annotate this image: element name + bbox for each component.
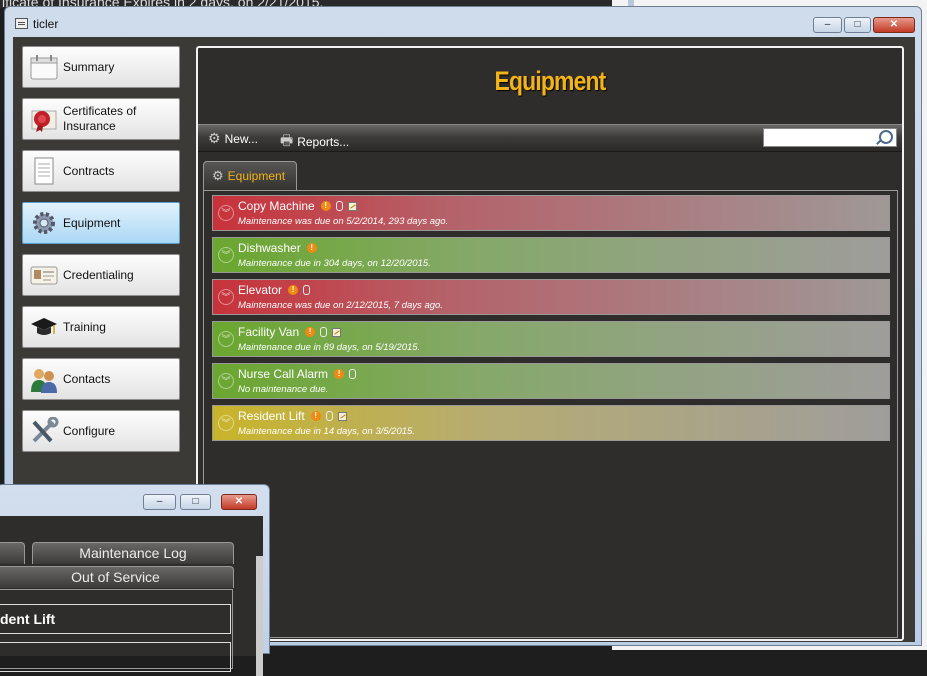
title-bar[interactable]: ticler – □ ✕ xyxy=(5,7,921,37)
new-button-label: New... xyxy=(224,131,258,146)
equipment-detail: Maintenance was due on 2/12/2015, 7 days… xyxy=(238,300,443,311)
nav-equipment[interactable]: Equipment xyxy=(22,202,180,244)
toolbar: ⚙ New... 🖶 Reports... xyxy=(198,124,902,152)
equipment-list: ︾ Copy Machine! Maintenance was due on 5… xyxy=(203,190,898,638)
calendar-icon xyxy=(30,55,58,80)
expand-icon[interactable]: ︾ xyxy=(218,331,234,347)
equipment-detail: No maintenance due. xyxy=(238,384,329,395)
nav-training[interactable]: Training xyxy=(22,306,180,348)
search-input[interactable] xyxy=(763,128,897,147)
nav-certificates[interactable]: Certificates of Insurance xyxy=(22,98,180,140)
alert-icon: ! xyxy=(320,201,331,211)
reports-button[interactable]: 🖶 Reports... xyxy=(280,130,349,154)
equipment-detail: Maintenance due in 304 days, on 12/20/20… xyxy=(238,258,431,269)
nav-credentialing-label: Credentialing xyxy=(63,267,134,282)
tab-equipment[interactable]: ⚙ Equipment xyxy=(203,161,297,190)
alert-icon: ! xyxy=(288,285,299,295)
equipment-name: Resident Lift xyxy=(238,409,305,423)
equipment-detail: Maintenance was due on 5/2/2014, 293 day… xyxy=(238,216,449,227)
equipment-name-field[interactable]: dent Lift xyxy=(0,604,231,634)
expand-icon[interactable]: ︾ xyxy=(218,415,234,431)
id-card-icon xyxy=(30,266,58,285)
nav-configure[interactable]: Configure xyxy=(22,410,180,452)
close-button[interactable]: ✕ xyxy=(873,17,915,33)
alert-icon: ! xyxy=(306,243,317,253)
tab-maintenance-log[interactable]: Maintenance Log xyxy=(32,542,234,564)
attachment-icon xyxy=(325,411,333,421)
attachment-icon xyxy=(303,285,311,295)
nav-training-label: Training xyxy=(63,319,106,334)
nav-contracts[interactable]: Contracts xyxy=(22,150,180,192)
list-item[interactable]: ︾ Nurse Call Alarm! No maintenance due. xyxy=(212,363,890,399)
close-button[interactable]: ✕ xyxy=(221,494,257,510)
list-item[interactable]: ︾ Resident Lift! Maintenance due in 14 d… xyxy=(212,405,890,441)
child-window-client: Maintenance Log Out of Service dent Lift xyxy=(0,516,263,676)
scrollbar[interactable] xyxy=(256,556,263,676)
tab-equipment-label: Equipment xyxy=(227,169,286,183)
nav-configure-label: Configure xyxy=(63,423,116,438)
equipment-name: Copy Machine xyxy=(238,199,315,213)
attachment-icon xyxy=(320,327,328,337)
expand-icon[interactable]: ︾ xyxy=(218,205,234,221)
maximize-button[interactable]: □ xyxy=(180,494,211,510)
nav-credentialing[interactable]: Credentialing xyxy=(22,254,180,296)
nav-summary-label: Summary xyxy=(63,59,115,74)
minimize-button[interactable]: – xyxy=(143,494,176,510)
equipment-name: Dishwasher xyxy=(238,241,301,255)
expand-icon[interactable]: ︾ xyxy=(218,247,234,263)
gear-icon: ⚙ xyxy=(212,168,224,183)
child-content-panel: dent Lift xyxy=(0,589,233,672)
app-icon xyxy=(15,18,28,29)
list-item[interactable]: ︾ Copy Machine! Maintenance was due on 5… xyxy=(212,195,890,231)
nav-contracts-label: Contracts xyxy=(63,163,115,178)
reports-button-label: Reports... xyxy=(297,135,350,149)
equipment-detail-window: – □ ✕ Maintenance Log Out of Service den… xyxy=(0,484,270,676)
expand-icon[interactable]: ︾ xyxy=(218,373,234,389)
equipment-name: Nurse Call Alarm xyxy=(238,367,329,381)
equipment-name: Facility Van xyxy=(238,325,300,339)
window-title: ticler xyxy=(33,17,59,31)
nav-certificates-label: Certificates of Insurance xyxy=(63,104,137,133)
secondary-field[interactable] xyxy=(0,642,231,672)
note-icon xyxy=(347,201,357,211)
content-panel: Equipment ⚙ New... 🖶 Reports... ⚙ Equipm… xyxy=(196,46,904,641)
graduation-cap-icon xyxy=(31,318,57,335)
nav-summary[interactable]: Summary xyxy=(22,46,180,88)
alert-icon: ! xyxy=(310,411,321,421)
minimize-button[interactable]: – xyxy=(813,17,842,33)
maximize-button[interactable]: □ xyxy=(844,17,871,33)
expand-icon[interactable]: ︾ xyxy=(218,289,234,305)
equipment-detail: Maintenance due in 89 days, on 5/19/2015… xyxy=(238,342,421,353)
list-item[interactable]: ︾ Dishwasher! Maintenance due in 304 day… xyxy=(212,237,890,273)
new-button[interactable]: ⚙ New... xyxy=(208,130,258,147)
nav-contacts[interactable]: Contacts xyxy=(22,358,180,400)
alert-icon: ! xyxy=(334,369,345,379)
note-icon xyxy=(337,411,347,421)
gear-icon: ⚙ xyxy=(208,130,221,146)
document-icon xyxy=(34,157,54,185)
nav-contacts-label: Contacts xyxy=(63,371,111,386)
list-item[interactable]: ︾ Facility Van! Maintenance due in 89 da… xyxy=(212,321,890,357)
certificate-seal-icon xyxy=(31,110,57,132)
alert-icon: ! xyxy=(305,327,316,337)
tools-icon xyxy=(32,417,59,443)
attachment-icon xyxy=(335,201,343,211)
list-item[interactable]: ︾ Elevator! Maintenance was due on 2/12/… xyxy=(212,279,890,315)
note-icon xyxy=(332,327,342,337)
page-title: Equipment xyxy=(494,66,607,96)
gear-icon xyxy=(33,212,55,234)
equipment-name: Elevator xyxy=(238,283,283,297)
printer-icon: 🖶 xyxy=(280,132,294,148)
tab-out-of-service[interactable]: Out of Service xyxy=(0,566,234,588)
attachment-icon xyxy=(349,369,357,379)
nav-equipment-label: Equipment xyxy=(63,215,121,230)
people-icon xyxy=(31,369,57,393)
tab-partial[interactable] xyxy=(0,542,25,564)
equipment-detail: Maintenance due in 14 days, on 3/5/2015. xyxy=(238,426,415,437)
search-icon[interactable] xyxy=(879,130,893,144)
